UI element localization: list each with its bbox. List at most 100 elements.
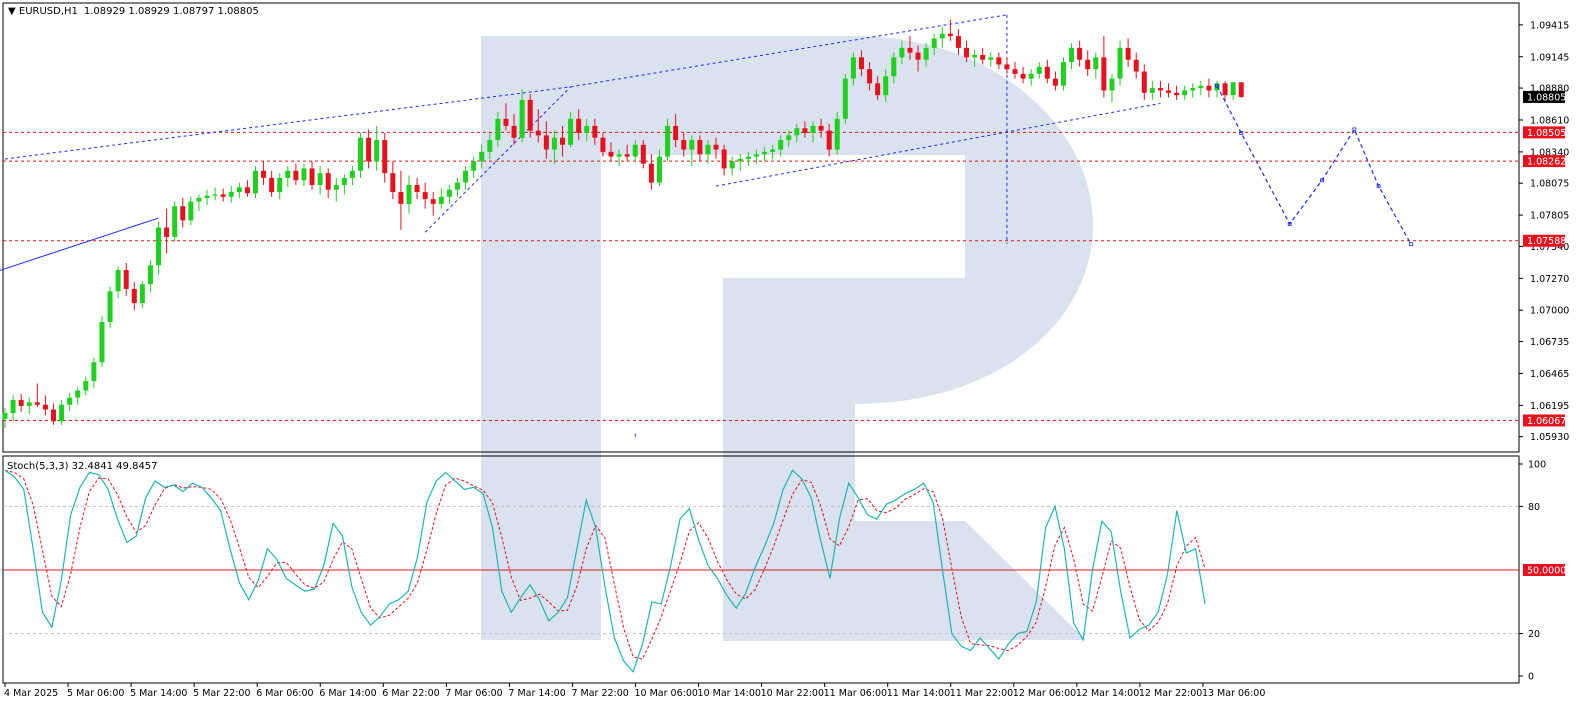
candle-body: [1093, 57, 1099, 70]
candle-body: [1077, 47, 1083, 60]
candle-body: [164, 227, 170, 237]
candle-body: [713, 144, 719, 150]
candle-body: [317, 173, 323, 185]
candle-body: [236, 187, 242, 193]
candle-body: [10, 400, 16, 414]
candle-body: [471, 161, 477, 171]
candle-body: [244, 187, 250, 194]
candle-body: [1198, 85, 1204, 89]
price-level-tag-label: 1.07588: [1527, 236, 1566, 247]
price-tick-label: 1.08610: [1530, 115, 1569, 126]
candle-body: [301, 168, 307, 181]
stochastic-tick-label: 20: [1528, 629, 1540, 640]
candle-body: [681, 140, 687, 150]
candle-body: [1149, 88, 1155, 93]
candle-body: [487, 140, 493, 152]
candle-body: [592, 125, 598, 138]
candle-body: [568, 118, 574, 145]
candle-body: [1174, 92, 1180, 96]
candle-body: [107, 291, 113, 323]
candle-body: [810, 125, 816, 133]
candle-body: [794, 128, 800, 136]
candle-body: [1069, 47, 1075, 63]
price-level-tag-label: 1.08262: [1527, 157, 1566, 168]
chart-header: ▼ EURUSD,H1 1.08929 1.08929 1.08797 1.088…: [8, 6, 259, 17]
price-tick-label: 1.06735: [1530, 337, 1569, 348]
candle-body: [1190, 88, 1196, 91]
candle-body: [430, 199, 436, 204]
candle-body: [842, 78, 848, 119]
time-tick-label: 12 Mar 06:00: [1013, 688, 1076, 699]
candle-body: [834, 118, 840, 150]
price-tick-label: 1.06465: [1530, 369, 1569, 380]
candle-body: [139, 284, 145, 304]
candle-body: [83, 381, 89, 391]
candle-body: [955, 36, 961, 48]
time-tick-label: 10 Mar 06:00: [635, 688, 698, 699]
candle-body: [915, 52, 921, 60]
candle-body: [980, 54, 986, 60]
candle-body: [1028, 73, 1034, 79]
stochastic-label: Stoch(5,3,3) 32.4841 49.8457: [7, 461, 158, 472]
candle-body: [802, 128, 808, 133]
candle-body: [551, 137, 557, 150]
candle-body: [705, 144, 711, 155]
candle-body: [406, 184, 412, 204]
candle-body: [850, 57, 856, 79]
candle-body: [697, 140, 703, 155]
candle-body: [26, 402, 32, 406]
candle-body: [180, 206, 186, 221]
candle-body: [414, 184, 420, 193]
candle-body: [689, 140, 695, 150]
candle-body: [59, 404, 65, 422]
time-tick-label: 12 Mar 14:00: [1076, 688, 1139, 699]
candle-body: [899, 47, 905, 58]
candle-body: [560, 137, 566, 145]
time-tick-label: 7 Mar 22:00: [571, 688, 628, 699]
candle-body: [503, 118, 509, 126]
price-tick-label: 1.07270: [1530, 274, 1569, 285]
stochastic-tick-label: 100: [1528, 460, 1546, 471]
price-tick-label: 1.09415: [1530, 20, 1569, 31]
chart-container: 1.09415 1.09145 1.08880 1.08610 1.08340 1.080…: [0, 0, 1596, 716]
candle-body: [1182, 90, 1188, 96]
candle-body: [309, 168, 315, 185]
candle-body: [34, 402, 40, 405]
time-tick-label: 10 Mar 22:00: [761, 688, 824, 699]
price-tick-label: 1.06195: [1530, 401, 1569, 412]
candle-body: [600, 137, 606, 152]
candle-body: [931, 38, 937, 48]
candle-body: [42, 404, 48, 410]
candle-body: [818, 125, 824, 131]
candle-body: [277, 177, 283, 193]
candle-body: [656, 156, 662, 183]
candle-body: [729, 161, 735, 169]
candle-body: [50, 409, 56, 422]
collapse-triangle-icon[interactable]: ▼: [8, 6, 19, 17]
time-tick-label: 5 Mar 14:00: [130, 688, 187, 699]
time-tick-label: 6 Mar 06:00: [256, 688, 313, 699]
symbol-label: EURUSD,H1: [19, 6, 78, 17]
candle-body: [867, 69, 873, 84]
candle-body: [172, 206, 178, 237]
candle-body: [1157, 88, 1163, 91]
candle-body: [875, 83, 881, 96]
candle-body: [463, 170, 469, 183]
stochastic-tick-label: 0: [1528, 672, 1534, 683]
candle-body: [1141, 71, 1147, 93]
candle-body: [382, 140, 388, 174]
candle-body: [333, 184, 339, 190]
candle-body: [778, 140, 784, 150]
price-tick-label: 1.07805: [1530, 211, 1569, 222]
candle-body: [1109, 78, 1115, 91]
candle-body: [156, 227, 162, 266]
price-tick-label: 1.08075: [1530, 179, 1569, 190]
candle-body: [858, 57, 864, 70]
candle-body: [252, 170, 258, 194]
candle-body: [131, 288, 137, 304]
candle-body: [115, 270, 121, 292]
candle-body: [673, 125, 679, 141]
candle-body: [212, 194, 218, 196]
candle-body: [366, 137, 372, 162]
price-level-tag-label: 1.06067: [1527, 416, 1566, 427]
